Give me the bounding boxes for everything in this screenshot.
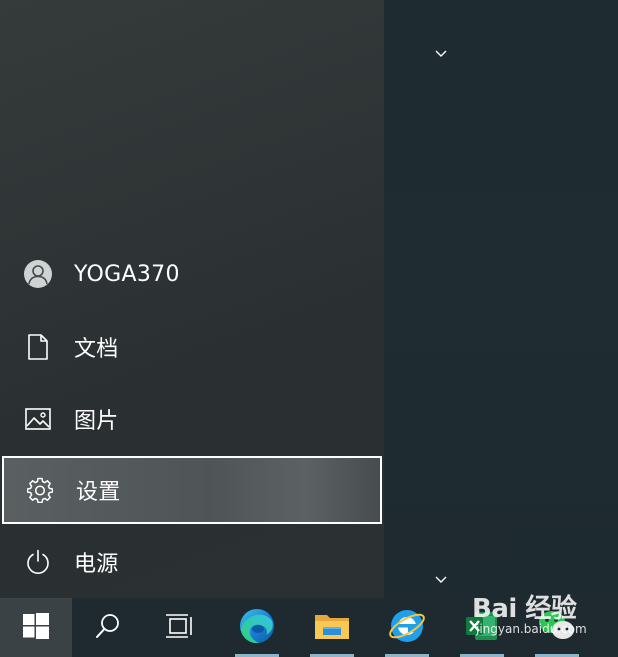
start-menu-item-settings[interactable]: 设置 bbox=[2, 456, 382, 524]
settings-label: 设置 bbox=[76, 480, 121, 505]
wechat-icon bbox=[537, 608, 577, 648]
taskbar bbox=[0, 598, 618, 657]
power-label: 电源 bbox=[74, 552, 119, 577]
start-menu-tiles-pane[interactable] bbox=[384, 0, 618, 598]
internet-explorer-button[interactable] bbox=[371, 598, 443, 657]
search-icon bbox=[95, 613, 121, 643]
screen: YOGA370 文档 图片 设置 电源 Bai 经验 jingyan.baidu… bbox=[0, 0, 618, 657]
documents-label: 文档 bbox=[74, 337, 119, 362]
chevron-down-icon[interactable] bbox=[435, 576, 447, 584]
user-name-label: YOGA370 bbox=[74, 261, 180, 287]
windows-logo-icon bbox=[23, 612, 49, 643]
edge-browser-button[interactable] bbox=[221, 598, 293, 657]
start-button[interactable] bbox=[0, 598, 72, 657]
picture-icon bbox=[24, 405, 52, 433]
start-menu-item-user[interactable]: YOGA370 bbox=[2, 242, 382, 306]
search-button[interactable] bbox=[72, 598, 144, 657]
task-view-icon bbox=[166, 613, 194, 642]
start-menu-item-documents[interactable]: 文档 bbox=[2, 315, 382, 379]
start-menu-item-pictures[interactable]: 图片 bbox=[2, 387, 382, 451]
power-icon bbox=[24, 548, 52, 576]
file-explorer-button[interactable] bbox=[296, 598, 368, 657]
ie-icon bbox=[388, 607, 426, 649]
user-avatar-icon bbox=[24, 260, 52, 288]
chevron-down-icon[interactable] bbox=[435, 50, 447, 58]
document-icon bbox=[24, 333, 52, 361]
start-menu-item-power[interactable]: 电源 bbox=[2, 530, 382, 594]
wechat-button[interactable] bbox=[521, 598, 593, 657]
gear-icon bbox=[26, 476, 54, 504]
pictures-label: 图片 bbox=[74, 409, 119, 434]
edge-browser-icon bbox=[238, 607, 276, 649]
excel-icon bbox=[465, 610, 499, 646]
excel-button[interactable] bbox=[446, 598, 518, 657]
folder-icon bbox=[314, 611, 350, 645]
task-view-button[interactable] bbox=[144, 598, 216, 657]
